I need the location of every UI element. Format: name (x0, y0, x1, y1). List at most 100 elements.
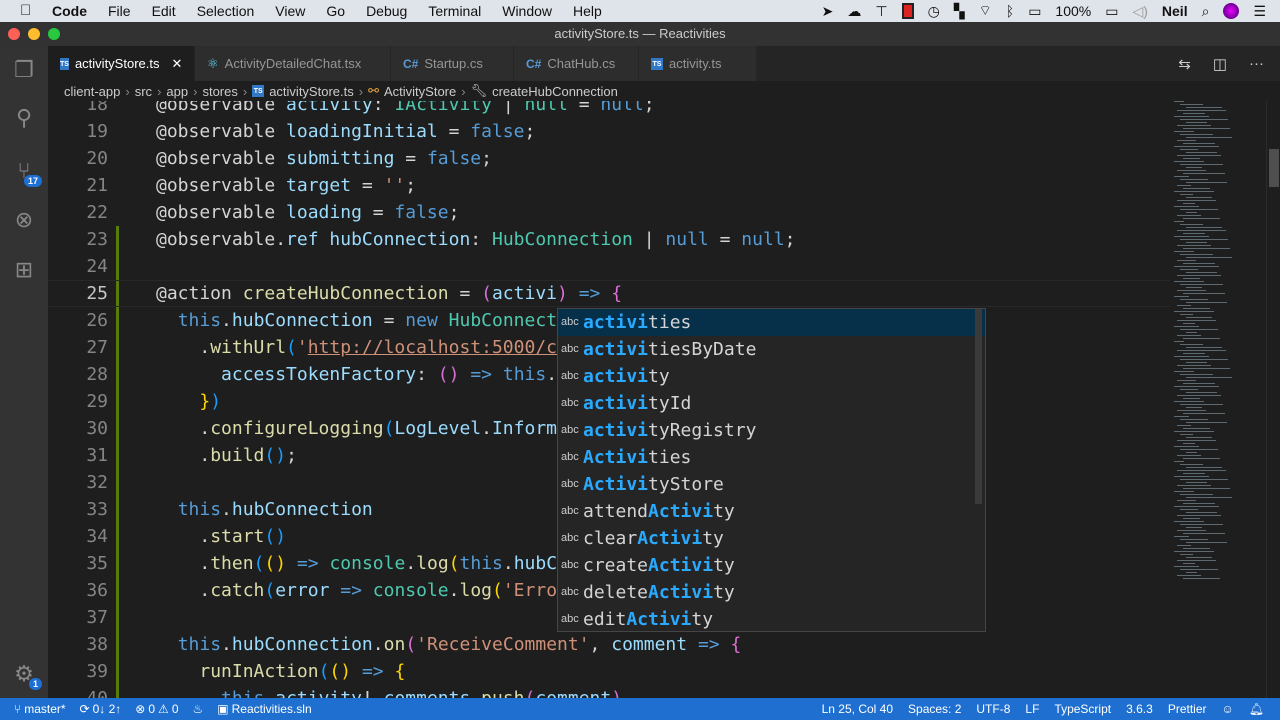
language-mode[interactable]: TypeScript (1054, 702, 1111, 716)
close-window-button[interactable] (8, 28, 20, 40)
indentation[interactable]: Spaces: 2 (908, 702, 961, 716)
extensions-icon[interactable]: ⊞ (0, 246, 48, 294)
minimize-window-button[interactable] (28, 28, 40, 40)
editor-scrollbar[interactable] (1266, 101, 1280, 698)
tab-activity[interactable]: TS activity.ts (639, 46, 757, 81)
menu-view[interactable]: View (275, 3, 305, 19)
suggestion-item[interactable]: abc edit Activi ty (558, 606, 985, 631)
airplay-icon[interactable]: ▭ (1028, 3, 1041, 20)
menu-help[interactable]: Help (573, 3, 602, 19)
suggestion-item[interactable]: abc Activi tyStore (558, 471, 985, 498)
breadcrumb-item[interactable]: ActivityStore (384, 84, 456, 99)
breadcrumb-item[interactable]: src (135, 84, 152, 99)
code-line[interactable]: 19 @observable loadingInitial = false; (48, 118, 1170, 145)
settings-gear-icon[interactable]: ⚙ 1 (0, 650, 48, 698)
suggestion-item[interactable]: abc activi tiesByDate (558, 336, 985, 363)
close-tab-icon[interactable]: ✕ (171, 56, 182, 72)
menu-go[interactable]: Go (326, 3, 345, 19)
notifications-bell-icon[interactable]: 🔔︎ (1249, 702, 1264, 716)
breadcrumb-item[interactable]: app (166, 84, 188, 99)
menu-app[interactable]: Code (52, 3, 87, 19)
suggestion-item[interactable]: abc activi ty (558, 363, 985, 390)
tab-startup[interactable]: C# Startup.cs (391, 46, 514, 81)
prettier-status[interactable]: Prettier (1168, 702, 1207, 716)
code-token: = (372, 310, 406, 331)
menu-debug[interactable]: Debug (366, 3, 407, 19)
menu-selection[interactable]: Selection (197, 3, 255, 19)
code-line[interactable]: 40 this.activity!.comments.push(comment) (48, 685, 1170, 698)
wifi-icon[interactable]: ⌔ (979, 2, 992, 20)
battery-icon[interactable]: ▭ (1105, 3, 1118, 20)
ts-version[interactable]: 3.6.3 (1126, 702, 1153, 716)
split-editor-icon[interactable]: ◫ (1213, 55, 1227, 73)
location-icon[interactable]: ➤ (822, 3, 834, 20)
minimap[interactable] (1170, 101, 1266, 698)
suggestion-item[interactable]: abc activi tyId (558, 390, 985, 417)
suggestion-item[interactable]: abc create Activi ty (558, 552, 985, 579)
window-titlebar: activityStore.ts — Reactivities (0, 22, 1280, 46)
spotlight-search-icon[interactable]: ⌕ (1202, 3, 1210, 20)
more-actions-icon[interactable]: ··· (1249, 55, 1264, 72)
notification-center-icon[interactable]: ☰ (1253, 3, 1266, 20)
code-line[interactable]: 23 @observable.ref hubConnection: HubConn… (48, 226, 1170, 253)
code-line[interactable]: 25 @action createHubConnection = (activi)… (48, 280, 1170, 307)
apple-icon[interactable]:  (20, 3, 36, 19)
scrollbar-thumb[interactable] (1269, 149, 1279, 187)
explorer-icon[interactable]: ❐ (0, 46, 48, 94)
code-line[interactable]: 18 @observable activity: IActivity | null… (48, 101, 1170, 118)
open-changes-icon[interactable]: ⇆ (1178, 55, 1191, 73)
code-line[interactable]: 39 runInAction(() => { (48, 658, 1170, 685)
code-line[interactable]: 22 @observable loading = false; (48, 199, 1170, 226)
breadcrumb-item[interactable]: client-app (64, 84, 120, 99)
film-icon[interactable] (901, 3, 914, 19)
code-line[interactable]: 20 @observable submitting = false; (48, 145, 1170, 172)
minimap-line (1174, 311, 1214, 312)
tab-chathub[interactable]: C# ChatHub.cs (514, 46, 639, 81)
suggestion-item[interactable]: abc attend Activi ty (558, 498, 985, 525)
menu-window[interactable]: Window (502, 3, 552, 19)
sync-indicator[interactable]: ⟳ 0↓ 2↑ (80, 702, 122, 716)
code-token: = (708, 229, 742, 250)
code-line[interactable]: 21 @observable target = ''; (48, 172, 1170, 199)
menu-terminal[interactable]: Terminal (428, 3, 481, 19)
problems-indicator[interactable]: ⊗ 0 ⚠ 0 (135, 702, 178, 716)
volume-icon[interactable]: ◁) (1132, 3, 1147, 20)
cloud-icon[interactable]: ☁ (847, 3, 861, 20)
autocomplete-scrollbar[interactable] (975, 309, 982, 504)
cursor-position[interactable]: Ln 25, Col 40 (822, 702, 893, 716)
text-kind-icon: abc (561, 424, 579, 436)
user-name[interactable]: Neil (1162, 3, 1188, 19)
line-ending[interactable]: LF (1025, 702, 1039, 716)
debug-icon[interactable]: ⊗ (0, 196, 48, 244)
suggestion-item[interactable]: abc activi tyRegistry (558, 417, 985, 444)
solution-indicator[interactable]: ▣ Reactivities.sln (217, 702, 311, 716)
menu-edit[interactable]: Edit (152, 3, 176, 19)
breadcrumb-item[interactable]: activityStore.ts (269, 84, 354, 99)
suggestion-item[interactable]: abc clear Activi ty (558, 525, 985, 552)
source-control-icon[interactable]: ⑂ 17 (0, 147, 48, 195)
zoom-window-button[interactable] (48, 28, 60, 40)
breadcrumb-item[interactable]: createHubConnection (492, 84, 618, 99)
paint-roller-icon[interactable]: ⊤ (875, 3, 887, 20)
code-line[interactable]: 38 this.hubConnection.on('ReceiveComment… (48, 631, 1170, 658)
feedback-icon[interactable]: ☺ (1222, 702, 1234, 716)
time-machine-icon[interactable]: ◷ (928, 3, 940, 20)
code-line[interactable]: 24 (48, 253, 1170, 280)
encoding[interactable]: UTF-8 (976, 702, 1010, 716)
branch-indicator[interactable]: ⑂ master* (14, 702, 66, 716)
breadcrumb-item[interactable]: stores (202, 84, 237, 99)
flame-icon[interactable]: ♨ (193, 702, 204, 716)
tab-activitystore[interactable]: TS activityStore.ts ✕ (48, 46, 195, 81)
search-icon[interactable]: ⚲ (0, 94, 48, 142)
tab-activitydetailedchat[interactable]: ⚛ ActivityDetailedChat.tsx (195, 46, 391, 81)
suggestion-item[interactable]: abc activi ties (558, 309, 985, 336)
layout-icon[interactable]: ▚ (954, 3, 965, 20)
bluetooth-icon[interactable]: ᛒ (1006, 3, 1014, 19)
menu-file[interactable]: File (108, 3, 131, 19)
suggestion-item[interactable]: abc Activi ties (558, 444, 985, 471)
minimap-line (1183, 203, 1195, 204)
autocomplete-popup: abc activi ties abc activi tiesByDate abc activ… (557, 308, 986, 632)
code-token: . (156, 553, 211, 574)
siri-icon[interactable] (1223, 3, 1240, 19)
suggestion-item[interactable]: abc delete Activi ty (558, 579, 985, 606)
